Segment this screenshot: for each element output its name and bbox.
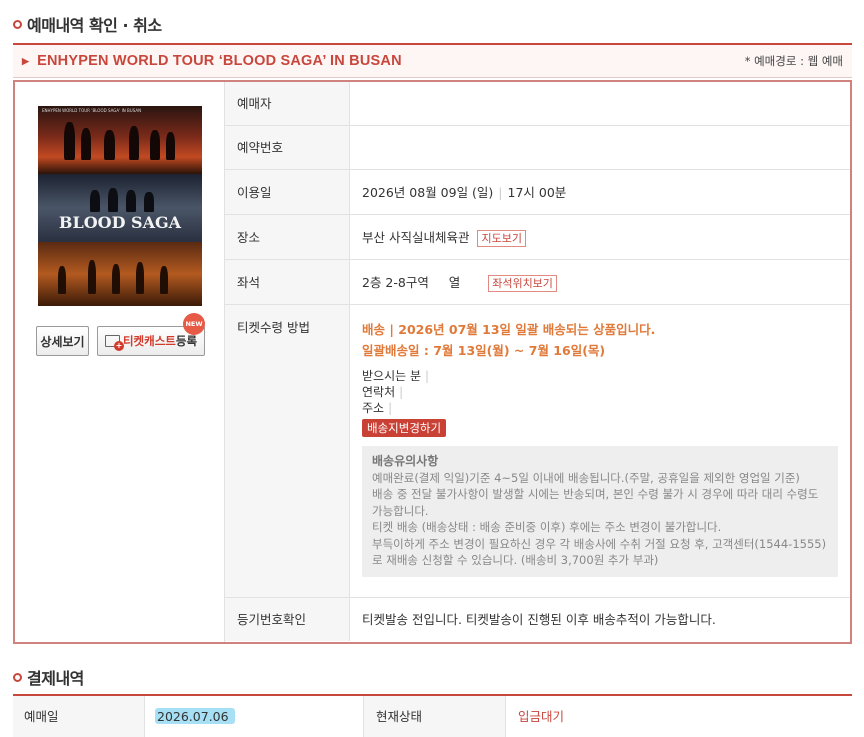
table-row: 장소 부산 사직실내체육관 지도보기 [225, 215, 850, 260]
notice-line: 배송 중 전달 불가사항이 발생할 시에는 반송되며, 본인 수령 불가 시 경… [372, 487, 819, 518]
tracking-label: 등기번호확인 [225, 598, 350, 641]
status-value: 입금대기 [518, 709, 565, 724]
shipping-period: 일괄배송일 : 7월 13일(월) ~ 7월 16일(목) [362, 343, 606, 358]
address-label: 주소 [362, 401, 385, 415]
register-label: 등록 [175, 334, 198, 348]
seat-text: 2층 2-8구역 열 [362, 275, 461, 290]
date-text: 2026년 08월 09일 (일) [362, 185, 494, 200]
shipping-notice: 배송유의사항 예매완료(결제 익일)기준 4~5일 이내에 배송됩니다.(주말,… [362, 446, 838, 578]
venue-label: 장소 [225, 215, 350, 259]
payment-table: 예매일 2026.07.06 현재상태 입금대기 [13, 694, 852, 737]
poster-column: ENHYPEN WORLD TOUR ‘BLOOD SAGA’ IN BUSAN… [15, 82, 225, 642]
divider: | [498, 185, 503, 200]
status-label: 현재상태 [363, 696, 506, 737]
payment-title-text: 결제내역 [27, 669, 84, 688]
triangle-right-icon: ▶ [22, 55, 30, 66]
table-row: 예약번호 [225, 126, 850, 170]
ticket-method-label: 티켓수령 방법 [225, 305, 350, 597]
concert-title-bar: ▶ ENHYPEN WORLD TOUR ‘BLOOD SAGA’ IN BUS… [13, 43, 852, 78]
time-text: 17시 00분 [507, 185, 567, 200]
seat-location-button[interactable]: 좌석위치보기 [488, 275, 557, 292]
concert-title: ▶ ENHYPEN WORLD TOUR ‘BLOOD SAGA’ IN BUS… [22, 53, 402, 69]
seat-value: 2층 2-8구역 열 좌석위치보기 [350, 260, 850, 304]
notice-line: 예매완료(결제 익일)기준 4~5일 이내에 배송됩니다.(주말, 공휴일을 제… [372, 471, 800, 485]
seat-label: 좌석 [225, 260, 350, 304]
bullet-icon [13, 19, 22, 29]
date-label: 이용일 [225, 170, 350, 214]
concert-poster: ENHYPEN WORLD TOUR ‘BLOOD SAGA’ IN BUSAN… [38, 106, 202, 306]
bullet-icon [13, 672, 22, 682]
booker-value [350, 82, 850, 125]
ticketcast-label: 티켓캐스트 [122, 334, 176, 348]
booking-date-label: 예매일 [13, 696, 145, 737]
poster-title: BLOOD SAGA [58, 213, 182, 232]
detail-view-button[interactable]: 상세보기 [36, 326, 89, 356]
booking-date-value: 2026.07.06 [145, 696, 363, 737]
notice-line: 티켓 배송 (배송상태 : 배송 준비중 이후) 후에는 주소 변경이 불가합니… [372, 520, 722, 535]
notice-title: 배송유의사항 [372, 454, 439, 468]
payment-section-title: 결제내역 [13, 665, 84, 689]
change-address-button[interactable]: 배송지변경하기 [362, 419, 447, 437]
booker-label: 예매자 [225, 82, 350, 125]
poster-top-text: ENHYPEN WORLD TOUR ‘BLOOD SAGA’ IN BUSAN [42, 108, 142, 113]
table-row: 이용일 2026년 08월 09일 (일) | 17시 00분 [225, 170, 850, 215]
ticket-method-value: 배송 | 2026년 07월 13일 일괄 배송되는 상품입니다. 일괄배송일 … [350, 305, 850, 597]
reservation-number-value [350, 126, 850, 169]
folder-add-icon: + [104, 335, 124, 351]
date-value: 2026년 08월 09일 (일) | 17시 00분 [350, 170, 850, 214]
new-badge: NEW [183, 313, 205, 335]
table-row: 예매자 [225, 82, 850, 126]
tracking-value: 티켓발송 전입니다. 티켓발송이 진행된 이후 배송추적이 가능합니다. [362, 612, 716, 627]
shipping-info: 배송 | 2026년 07월 13일 일괄 배송되는 상품입니다. [362, 322, 656, 337]
map-view-button[interactable]: 지도보기 [477, 230, 526, 247]
contact-label: 연락처 [362, 385, 396, 399]
reservation-number-label: 예약번호 [225, 126, 350, 169]
booking-date-text: 2026.07.06 [157, 709, 229, 724]
notice-line: 부득이하게 주소 변경이 필요하신 경우 각 배송사에 수취 거절 요청 후, … [372, 536, 827, 568]
section-title-text: 예매내역 확인 · 취소 [27, 16, 162, 35]
reservation-detail-box: ENHYPEN WORLD TOUR ‘BLOOD SAGA’ IN BUSAN… [13, 80, 852, 644]
venue-text: 부산 사직실내체육관 [362, 230, 470, 245]
concert-name: ENHYPEN WORLD TOUR ‘BLOOD SAGA’ IN BUSAN [37, 53, 402, 69]
table-row: 티켓수령 방법 배송 | 2026년 07월 13일 일괄 배송되는 상품입니다… [225, 305, 850, 598]
table-row: 좌석 2층 2-8구역 열 좌석위치보기 [225, 260, 850, 305]
venue-value: 부산 사직실내체육관 지도보기 [350, 215, 850, 259]
booking-route: * 예매경로 : 웹 예매 [744, 54, 843, 68]
detail-table: 예매자 예약번호 이용일 2026년 08월 09일 (일) | 17시 00분 장… [225, 82, 850, 641]
receiver-label: 받으시는 분 [362, 369, 422, 383]
reservation-section-title: 예매내역 확인 · 취소 [13, 12, 162, 36]
table-row: 등기번호확인 티켓발송 전입니다. 티켓발송이 진행된 이후 배송추적이 가능합… [225, 598, 850, 641]
receiver-info: 받으시는 분 | 연락처 | 주소 | [362, 369, 430, 415]
